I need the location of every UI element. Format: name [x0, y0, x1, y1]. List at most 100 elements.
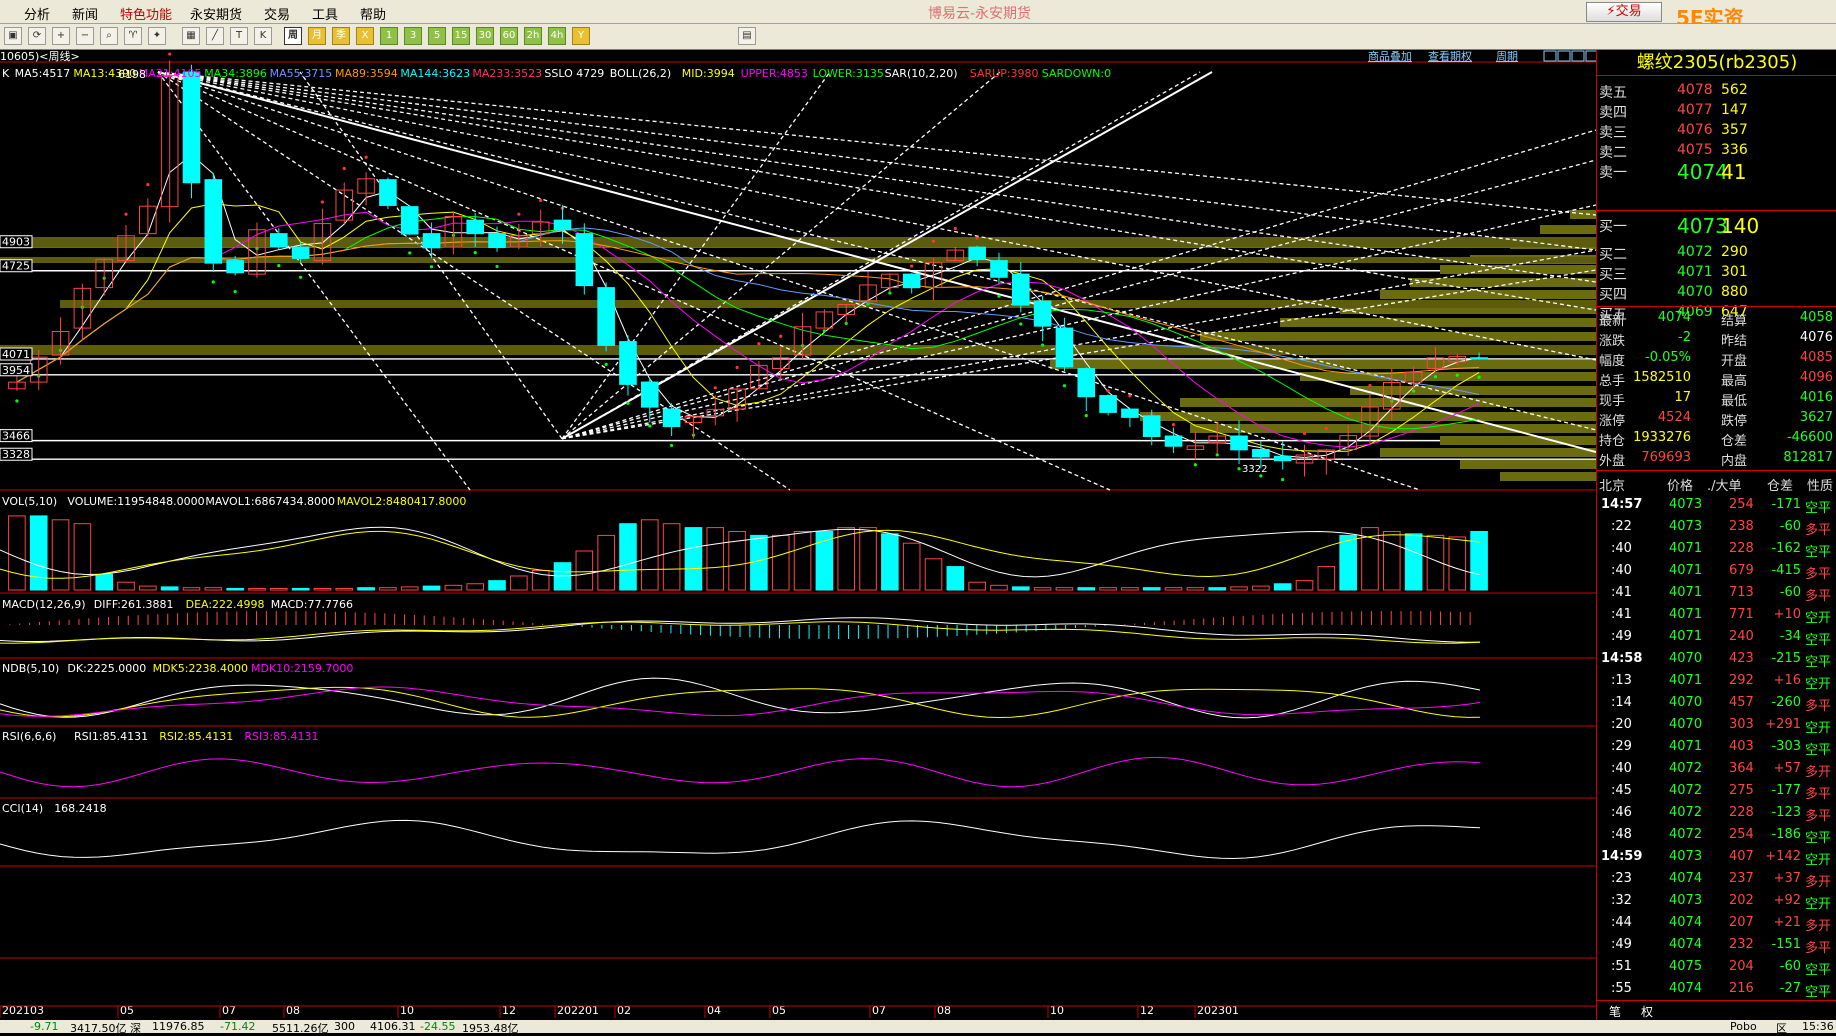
bid-row[interactable]: 买二 4072 290 — [1597, 242, 1836, 263]
tick-row[interactable]: :41 4071 713 -60 多平 — [1597, 582, 1836, 604]
menu-yongan[interactable]: 永安期货 — [190, 4, 242, 23]
tick-row[interactable]: 14:57 4073 254 -171 空平 — [1597, 494, 1836, 516]
candle-body — [1273, 455, 1292, 462]
volume-profile-bar — [1440, 436, 1596, 445]
tick-time: 14:58 — [1601, 651, 1643, 666]
toolbar-btn-2[interactable]: + — [52, 27, 70, 45]
bid-row[interactable]: 买一 4073 140 — [1597, 214, 1836, 238]
tick-oi-change: -123 — [1771, 805, 1801, 820]
chart-link-overlay[interactable]: 商品叠加 — [1368, 50, 1412, 63]
sar-dot — [211, 280, 215, 284]
toolbar-btn-19[interactable]: 30 — [476, 27, 494, 45]
toolbar-btn-0[interactable]: ▣ — [4, 27, 22, 45]
ask-row[interactable]: 卖四 4077 147 — [1597, 100, 1836, 121]
chart-link-options[interactable]: 查看期权 — [1428, 50, 1472, 63]
volume-bar — [335, 587, 354, 591]
toolbar-btn-3[interactable]: − — [76, 27, 94, 45]
candle-body — [400, 206, 419, 235]
tick-row[interactable]: :14 4070 457 -260 多平 — [1597, 692, 1836, 714]
menu-tools[interactable]: 工具 — [312, 4, 338, 23]
tick-row[interactable]: :46 4072 228 -123 多平 — [1597, 802, 1836, 824]
tick-row[interactable]: :41 4071 771 +10 空开 — [1597, 604, 1836, 626]
toolbar-btn-17[interactable]: 5 — [428, 27, 446, 45]
tick-row[interactable]: :49 4074 232 -151 多平 — [1597, 934, 1836, 956]
tick-row[interactable]: :49 4071 240 -34 空平 — [1597, 626, 1836, 648]
toolbar-btn-22[interactable]: 4h — [548, 27, 566, 45]
bid-label: 买一 — [1599, 219, 1627, 235]
mavol2-line — [0, 529, 1481, 579]
candle-body — [466, 219, 484, 235]
toolbar-btn-10[interactable]: K — [254, 27, 272, 45]
sar-dot — [1433, 375, 1438, 379]
tick-row[interactable]: :40 4071 228 -162 空平 — [1597, 538, 1836, 560]
toolbar-btn-13[interactable]: 季 — [332, 27, 350, 45]
stat-row: 涨跌 -2 昨结 4076 — [1597, 328, 1836, 349]
tab-rights[interactable]: 权 — [1641, 1003, 1653, 1020]
tick-row[interactable]: :55 4074 216 -27 空平 — [1597, 978, 1836, 1000]
toolbar-btn-12[interactable]: 月 — [308, 27, 326, 45]
tick-row[interactable]: :32 4073 202 +92 空开 — [1597, 890, 1836, 912]
ask-row[interactable]: 卖二 4075 336 — [1597, 140, 1836, 161]
toolbar-btn-15[interactable]: 1 — [380, 27, 398, 45]
tick-row[interactable]: :13 4071 292 +16 空开 — [1597, 670, 1836, 692]
toolbar-btn-11[interactable]: 周 — [284, 27, 302, 45]
toolbar-btn-24[interactable]: ▤ — [738, 27, 756, 45]
tick-time: :51 — [1611, 959, 1632, 974]
price-tag-text: 4903 — [2, 236, 30, 249]
tick-row[interactable]: :20 4070 303 +291 空开 — [1597, 714, 1836, 736]
toolbar-btn-14[interactable]: X — [356, 27, 374, 45]
menu-help[interactable]: 帮助 — [360, 4, 386, 23]
tick-nature: 空开 — [1805, 721, 1832, 736]
tick-nature: 空平 — [1805, 655, 1832, 670]
menu-analysis[interactable]: 分析 — [24, 4, 50, 23]
toolbar-btn-18[interactable]: 15 — [452, 27, 470, 45]
ask-row[interactable]: 卖一 4074 41 — [1597, 160, 1836, 192]
stat-value: -2 — [1678, 330, 1691, 345]
toolbar-btn-21[interactable]: 2h — [524, 27, 542, 45]
bid-row[interactable]: 买四 4070 880 — [1597, 282, 1836, 303]
tick-row[interactable]: :23 4074 237 +37 多开 — [1597, 868, 1836, 890]
volume-bar — [1164, 587, 1183, 591]
tick-row[interactable]: :44 4074 207 +21 多开 — [1597, 912, 1836, 934]
tick-row[interactable]: :40 4072 364 +57 多开 — [1597, 758, 1836, 780]
kline-chart[interactable]: 10605)<周线> 商品叠加 查看期权 周期K MA5:4517 MA13:4390 MA… — [0, 50, 1596, 1020]
ma-legend-12: UPPER:4853 — [741, 67, 808, 80]
tick-row[interactable]: :22 4073 238 -60 多平 — [1597, 516, 1836, 538]
tick-row[interactable]: :40 4071 679 -415 多平 — [1597, 560, 1836, 582]
tab-ticks[interactable]: 笔 — [1609, 1003, 1621, 1020]
chart-link-period[interactable]: 周期 — [1496, 50, 1518, 63]
menu-trade[interactable]: 交易 — [264, 4, 290, 23]
menu-features[interactable]: 特色功能 — [120, 4, 172, 23]
toolbar-btn-9[interactable]: T — [230, 27, 248, 45]
ask-row[interactable]: 卖五 4078 562 — [1597, 80, 1836, 101]
sar-dot — [648, 424, 652, 428]
bid-row[interactable]: 买三 4071 301 — [1597, 262, 1836, 283]
window-btn — [1557, 50, 1571, 62]
toolbar-btn-1[interactable]: ⟳ — [28, 27, 46, 45]
toolbar-btn-4[interactable]: ⌕ — [100, 27, 118, 45]
ask-row[interactable]: 卖三 4076 357 — [1597, 120, 1836, 141]
tick-volume: 228 — [1729, 541, 1754, 556]
tick-row[interactable]: :48 4072 254 -186 空平 — [1597, 824, 1836, 846]
trade-button[interactable]: ⚡交易 — [1586, 2, 1662, 22]
sar-dot — [1019, 322, 1023, 326]
toolbar-btn-20[interactable]: 60 — [500, 27, 518, 45]
tick-price: 4071 — [1669, 673, 1703, 688]
toolbar-btn-23[interactable]: Y — [572, 27, 590, 45]
stat-label: 结算 — [1721, 314, 1748, 329]
toolbar-btn-7[interactable]: ▦ — [182, 27, 200, 45]
toolbar-btn-5[interactable]: ♈ — [124, 27, 142, 45]
tick-row[interactable]: :45 4072 275 -177 多平 — [1597, 780, 1836, 802]
bid-volume: 301 — [1721, 264, 1748, 280]
toolbar-btn-8[interactable]: ╱ — [206, 27, 224, 45]
toolbar-btn-6[interactable]: ✦ — [148, 27, 166, 45]
tick-row[interactable]: :51 4075 204 -60 空平 — [1597, 956, 1836, 978]
tick-row[interactable]: :29 4071 403 -303 空平 — [1597, 736, 1836, 758]
tick-oi-change: +57 — [1773, 761, 1801, 776]
status-right-item: Pobo — [1730, 1020, 1757, 1033]
tick-row[interactable]: 14:59 4073 407 +142 空开 — [1597, 846, 1836, 868]
status-item: 深 — [130, 1022, 141, 1035]
tick-row[interactable]: 14:58 4070 423 -215 空平 — [1597, 648, 1836, 670]
menu-news[interactable]: 新闻 — [72, 4, 98, 23]
toolbar-btn-16[interactable]: 3 — [404, 27, 422, 45]
